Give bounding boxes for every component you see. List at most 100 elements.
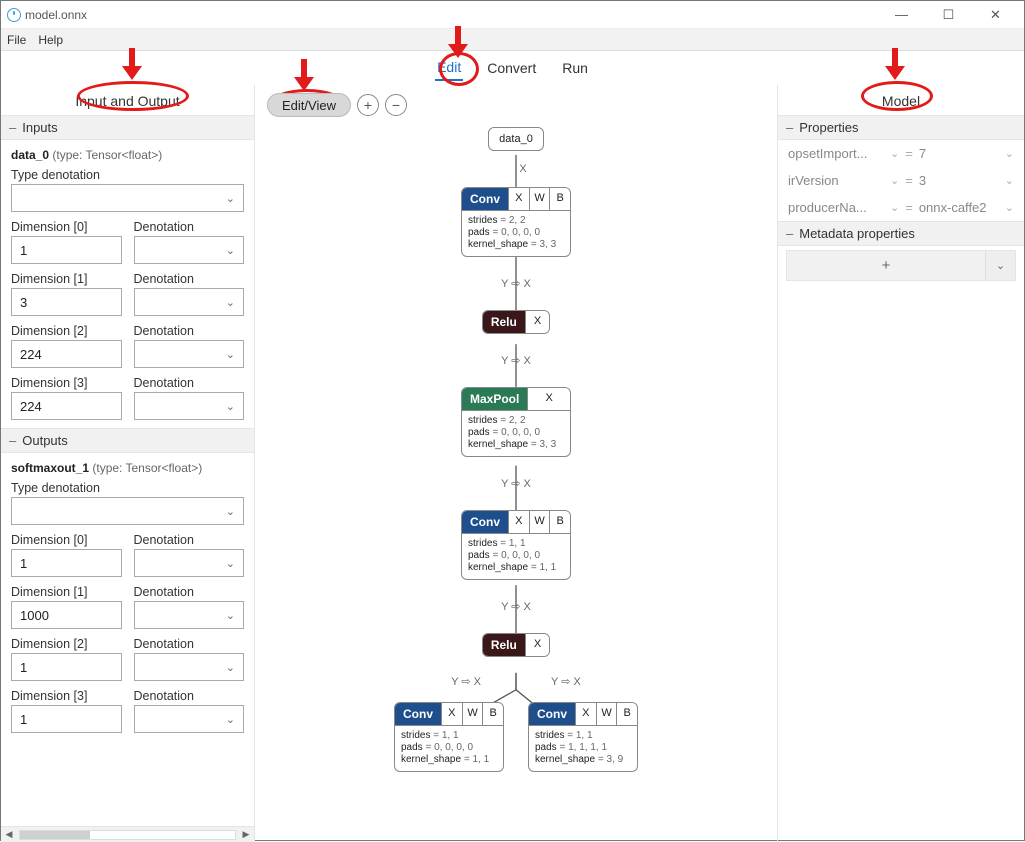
denotation-select[interactable]: ⌄: [134, 392, 245, 420]
denotation-label: Denotation: [134, 220, 245, 234]
property-row[interactable]: producerNa...⌄=onnx-caffe2⌄: [778, 194, 1024, 221]
input-item-header: data_0 (type: Tensor<float>): [11, 148, 244, 162]
zoom-out-button[interactable]: −: [385, 94, 407, 116]
property-row[interactable]: irVersion⌄=3⌄: [778, 167, 1024, 194]
graph-canvas[interactable]: Edit/View + − data_0 X Conv: [255, 85, 777, 842]
tab-run[interactable]: Run: [560, 56, 590, 80]
properties-section-header[interactable]: – Properties: [778, 115, 1024, 140]
property-key: irVersion: [788, 173, 884, 188]
node-port: B: [482, 703, 503, 725]
dimension-label: Dimension [2]: [11, 324, 122, 338]
denotation-select[interactable]: ⌄: [134, 705, 245, 733]
dimension-input[interactable]: 3: [11, 288, 122, 316]
metadata-section-header[interactable]: – Metadata properties: [778, 221, 1024, 246]
chevron-down-icon: ⌄: [226, 713, 235, 726]
graph-node-relu[interactable]: Relu X: [482, 633, 550, 657]
left-panel: Input and Output – Inputs data_0 (type: …: [1, 85, 255, 842]
denotation-select[interactable]: ⌄: [134, 653, 245, 681]
denotation-label: Denotation: [134, 324, 245, 338]
property-value: 7: [919, 146, 999, 161]
dimension-input[interactable]: 1: [11, 549, 122, 577]
tabbar: Edit Convert Run: [1, 51, 1024, 85]
property-key: producerNa...: [788, 200, 884, 215]
collapse-icon: –: [786, 226, 793, 241]
chevron-down-icon: ⌄: [226, 505, 235, 518]
zoom-in-button[interactable]: +: [357, 94, 379, 116]
graph-node-conv[interactable]: Conv X W B strides = 1, 1 pads = 1, 1, 1…: [528, 702, 638, 772]
edit-view-button[interactable]: Edit/View: [267, 93, 351, 117]
chevron-down-icon: ⌄: [890, 174, 899, 187]
node-label: data_0: [499, 133, 533, 145]
edge-label: Y ⇨ X: [501, 600, 531, 613]
window-title: model.onnx: [25, 8, 87, 22]
graph-node-conv[interactable]: Conv X W B strides = 2, 2 pads = 0, 0, 0…: [461, 187, 571, 257]
outputs-section-header[interactable]: – Outputs: [1, 428, 254, 453]
maximize-button[interactable]: ☐: [926, 1, 971, 29]
edge-label: Y ⇨ X: [451, 675, 481, 688]
inputs-section-header[interactable]: – Inputs: [1, 115, 254, 140]
denotation-select[interactable]: ⌄: [134, 340, 245, 368]
collapse-icon: –: [786, 120, 793, 135]
main: Input and Output – Inputs data_0 (type: …: [1, 85, 1024, 842]
node-op-label: Conv: [395, 703, 441, 725]
property-value: onnx-caffe2: [919, 200, 999, 215]
collapse-icon: –: [9, 120, 16, 135]
right-panel: Model – Properties opsetImport... ⌄ = 7 ⌄ irV…: [777, 85, 1024, 842]
tab-convert[interactable]: Convert: [485, 56, 538, 80]
menu-file[interactable]: File: [7, 33, 26, 47]
output-name: softmaxout_1: [11, 461, 89, 475]
dimension-input[interactable]: 1: [11, 705, 122, 733]
properties-label: Properties: [799, 120, 858, 135]
titlebar: model.onnx — ☐ ✕: [1, 1, 1024, 29]
dimension-label: Dimension [1]: [11, 272, 122, 286]
close-button[interactable]: ✕: [973, 1, 1018, 29]
equals-icon: =: [905, 173, 913, 188]
dimension-input[interactable]: 224: [11, 392, 122, 420]
node-port: X: [527, 388, 570, 410]
denotation-select[interactable]: ⌄: [134, 549, 245, 577]
edge-label: Y ⇨ X: [501, 477, 531, 490]
left-panel-title: Input and Output: [1, 85, 254, 115]
input-type: (type: Tensor<float>): [52, 148, 162, 162]
denotation-label: Denotation: [134, 585, 245, 599]
type-denotation-label: Type denotation: [11, 481, 244, 495]
menu-help[interactable]: Help: [38, 33, 63, 47]
equals-icon: =: [905, 200, 913, 215]
node-port: W: [529, 511, 550, 533]
property-value: 3: [919, 173, 999, 188]
denotation-select[interactable]: ⌄: [134, 288, 245, 316]
type-denotation-select[interactable]: ⌄: [11, 184, 244, 212]
denotation-label: Denotation: [134, 533, 245, 547]
chevron-down-icon: ⌄: [890, 147, 899, 160]
chevron-down-icon: ⌄: [226, 348, 235, 361]
add-metadata-button[interactable]: + ⌄: [786, 250, 1016, 281]
graph-node-relu[interactable]: Relu X: [482, 310, 550, 334]
dimension-input[interactable]: 1: [11, 236, 122, 264]
denotation-select[interactable]: ⌄: [134, 601, 245, 629]
right-panel-title: Model: [778, 85, 1024, 115]
dimension-input[interactable]: 1000: [11, 601, 122, 629]
minimize-button[interactable]: —: [879, 1, 924, 29]
denotation-select[interactable]: ⌄: [134, 236, 245, 264]
graph-node-data0[interactable]: data_0: [488, 127, 544, 151]
dimension-label: Dimension [0]: [11, 220, 122, 234]
property-key: opsetImport...: [788, 146, 884, 161]
dimension-label: Dimension [0]: [11, 533, 122, 547]
chevron-down-icon: ⌄: [890, 201, 899, 214]
dimension-input[interactable]: 224: [11, 340, 122, 368]
graph-node-maxpool[interactable]: MaxPool X strides = 2, 2 pads = 0, 0, 0,…: [461, 387, 571, 457]
property-row[interactable]: opsetImport...⌄=7⌄: [778, 140, 1024, 167]
denotation-label: Denotation: [134, 637, 245, 651]
horizontal-scrollbar[interactable]: ◀ ▶: [1, 826, 254, 842]
type-denotation-select[interactable]: ⌄: [11, 497, 244, 525]
node-port: B: [549, 188, 570, 210]
menubar: File Help: [1, 29, 1024, 51]
dimension-input[interactable]: 1: [11, 653, 122, 681]
equals-icon: =: [905, 146, 913, 161]
node-port: X: [441, 703, 462, 725]
tab-edit[interactable]: Edit: [435, 55, 463, 81]
node-port: X: [508, 188, 529, 210]
node-port: X: [525, 311, 549, 333]
graph-node-conv[interactable]: Conv X W B strides = 1, 1 pads = 0, 0, 0…: [461, 510, 571, 580]
graph-node-conv[interactable]: Conv X W B strides = 1, 1 pads = 0, 0, 0…: [394, 702, 504, 772]
